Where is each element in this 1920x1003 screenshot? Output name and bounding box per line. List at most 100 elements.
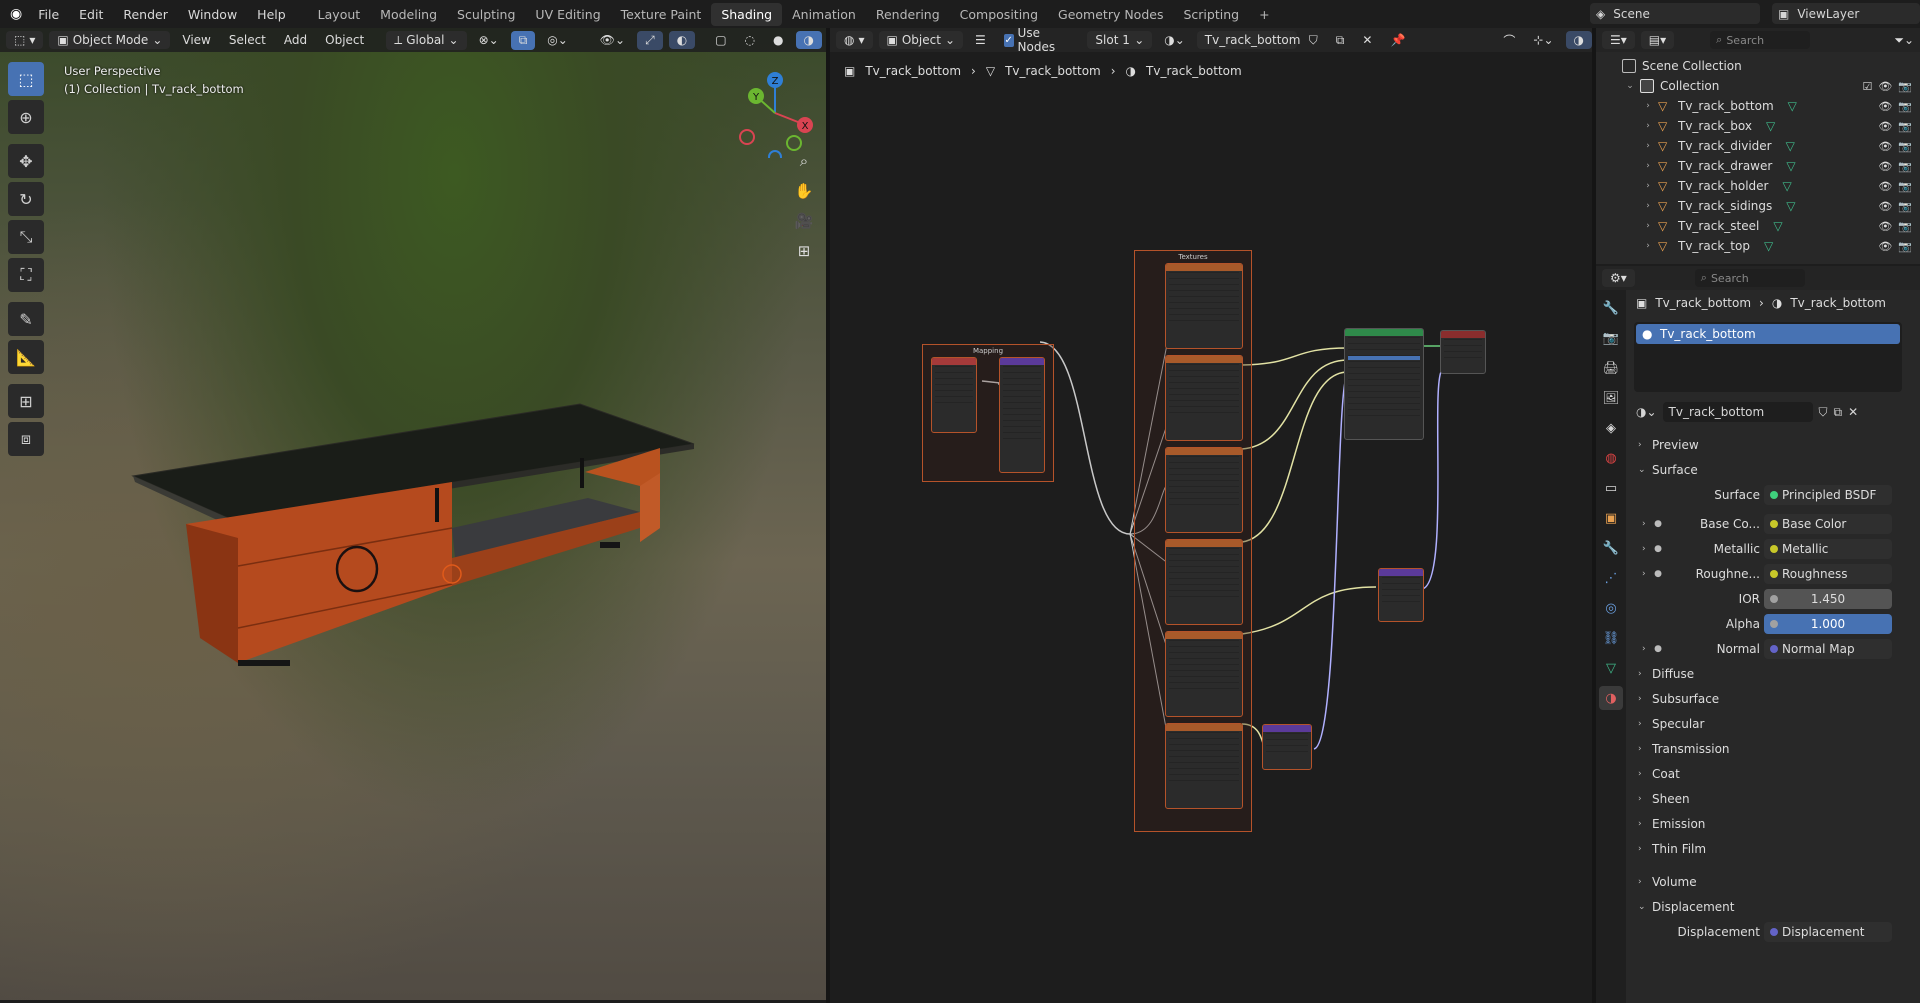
- gizmo-toggle-icon[interactable]: ⤢: [637, 30, 663, 50]
- image-texture-node-6[interactable]: [1165, 723, 1243, 809]
- view-layer-tab-icon[interactable]: 🖼: [1599, 386, 1623, 410]
- eye-icon[interactable]: 👁: [1878, 80, 1892, 93]
- render-tab-icon[interactable]: 📷: [1599, 326, 1623, 350]
- node-overlay-icon[interactable]: ◑: [1565, 31, 1592, 49]
- outliner-item-tv-rack-holder[interactable]: › ▽ Tv_rack_holder ▽ 👁 📷: [1596, 176, 1920, 196]
- camera-icon[interactable]: 📷: [1898, 160, 1912, 173]
- expand-chevron-icon[interactable]: › ●: [1642, 544, 1662, 554]
- zoom-icon[interactable]: ⌕: [790, 148, 818, 174]
- expand-chevron-icon[interactable]: ⌄: [1624, 81, 1636, 91]
- tv-rack-model[interactable]: [0, 28, 826, 1000]
- object-tab-icon[interactable]: ▣: [1599, 506, 1623, 530]
- collection-row[interactable]: ⌄ Collection ☑ 👁 📷: [1596, 76, 1920, 96]
- menu-object[interactable]: Object: [319, 31, 370, 49]
- xray-icon[interactable]: ▢: [709, 31, 732, 49]
- image-texture-node-2[interactable]: [1165, 355, 1243, 441]
- 3d-viewport[interactable]: ⬚ ▾ ▣ Object Mode ⌄ View Select Add Objec…: [0, 28, 826, 1000]
- overlay-toggle-icon[interactable]: ◐: [668, 31, 696, 49]
- coat-section[interactable]: › Coat: [1630, 761, 1920, 786]
- camera-icon[interactable]: 📷: [1898, 120, 1912, 133]
- expand-chevron-icon[interactable]: › ●: [1642, 644, 1662, 654]
- eye-icon[interactable]: 👁: [1878, 140, 1892, 153]
- displacement-section[interactable]: ⌄ Displacement: [1630, 894, 1920, 919]
- scene-selector[interactable]: ◈ Scene: [1590, 3, 1760, 24]
- camera-icon[interactable]: 📷: [1898, 100, 1912, 113]
- surface-section[interactable]: ⌄ Surface: [1630, 457, 1920, 482]
- image-texture-node-3[interactable]: [1165, 447, 1243, 533]
- properties-search-input[interactable]: ⌕ Search: [1694, 269, 1805, 287]
- menu-help[interactable]: Help: [247, 7, 296, 22]
- scene-tab-icon[interactable]: ◈: [1599, 416, 1623, 440]
- material-browse-icon[interactable]: ◑⌄: [1158, 31, 1191, 49]
- transform-orientation-selector[interactable]: ⟂ Global ⌄: [386, 30, 467, 50]
- menu-view[interactable]: View: [176, 31, 216, 49]
- mapping-frame[interactable]: Mapping: [922, 344, 1054, 482]
- eye-icon[interactable]: 👁: [1878, 220, 1892, 233]
- measure-tool-icon[interactable]: 📐: [8, 340, 44, 374]
- menu-render[interactable]: Render: [113, 7, 178, 22]
- pivot-icon[interactable]: ⊗⌄: [473, 31, 505, 49]
- collection-tab-icon[interactable]: ▭: [1599, 476, 1623, 500]
- expand-chevron-icon[interactable]: ›: [1642, 221, 1654, 231]
- navigation-gizmo[interactable]: Z X Y: [730, 68, 820, 158]
- tab-compositing[interactable]: Compositing: [950, 3, 1048, 26]
- tool-tab-icon[interactable]: 🔧: [1599, 296, 1623, 320]
- tab-layout[interactable]: Layout: [308, 3, 371, 26]
- menu-add[interactable]: Add: [278, 31, 313, 49]
- tab-sculpting[interactable]: Sculpting: [447, 3, 525, 26]
- camera-view-icon[interactable]: 🎥: [790, 208, 818, 234]
- proportional-edit-icon[interactable]: ◎⌄: [541, 31, 574, 49]
- outliner-item-tv-rack-steel[interactable]: › ▽ Tv_rack_steel ▽ 👁 📷: [1596, 216, 1920, 236]
- preview-section[interactable]: › Preview: [1630, 432, 1920, 457]
- tab-rendering[interactable]: Rendering: [866, 3, 950, 26]
- displacement-node[interactable]: [1378, 568, 1424, 622]
- scene-collection-row[interactable]: Scene Collection: [1596, 56, 1920, 76]
- camera-icon[interactable]: 📷: [1898, 200, 1912, 213]
- roughness-link-field[interactable]: Roughness: [1764, 563, 1892, 584]
- normal-map-node[interactable]: [1262, 724, 1312, 770]
- constraints-tab-icon[interactable]: ⛓: [1599, 626, 1623, 650]
- eye-icon[interactable]: 👁: [1878, 180, 1892, 193]
- camera-icon[interactable]: 📷: [1898, 80, 1912, 93]
- textures-frame[interactable]: Textures: [1134, 250, 1252, 832]
- alpha-value-field[interactable]: 1.000: [1764, 613, 1892, 634]
- surface-shader-field[interactable]: Principled BSDF: [1764, 484, 1892, 505]
- expand-chevron-icon[interactable]: ›: [1642, 241, 1654, 251]
- fake-user-shield-icon[interactable]: ⛉: [1303, 31, 1324, 50]
- tab-modeling[interactable]: Modeling: [370, 3, 447, 26]
- material-browse-icon[interactable]: ◑⌄: [1636, 405, 1657, 419]
- camera-icon[interactable]: 📷: [1898, 180, 1912, 193]
- image-texture-node-4[interactable]: [1165, 539, 1243, 625]
- rotate-tool-icon[interactable]: ↻: [8, 182, 44, 216]
- tab-shading[interactable]: Shading: [711, 2, 783, 26]
- material-name-field[interactable]: Tv_rack_bottom: [1662, 402, 1813, 422]
- outliner-item-tv-rack-top[interactable]: › ▽ Tv_rack_top ▽ 👁 📷: [1596, 236, 1920, 256]
- outliner-item-tv-rack-box[interactable]: › ▽ Tv_rack_box ▽ 👁 📷: [1596, 116, 1920, 136]
- world-tab-icon[interactable]: ◍: [1599, 446, 1623, 470]
- outliner-search-input[interactable]: ⌕ Search: [1710, 31, 1811, 49]
- emission-section[interactable]: › Emission: [1630, 811, 1920, 836]
- area-divider[interactable]: [826, 28, 830, 1003]
- collection-checkbox-icon[interactable]: ☑: [1862, 80, 1872, 93]
- expand-chevron-icon[interactable]: › ●: [1642, 569, 1662, 579]
- outliner-editor-type-icon[interactable]: ☰▾: [1602, 31, 1635, 49]
- ortho-grid-icon[interactable]: ⊞: [790, 238, 818, 264]
- principled-bsdf-node[interactable]: [1344, 328, 1424, 440]
- sheen-section[interactable]: › Sheen: [1630, 786, 1920, 811]
- data-tab-icon[interactable]: ▽: [1599, 656, 1623, 680]
- camera-icon[interactable]: 📷: [1898, 240, 1912, 253]
- area-divider[interactable]: [1592, 28, 1596, 1003]
- volume-section[interactable]: › Volume: [1630, 869, 1920, 894]
- ior-value-field[interactable]: 1.450: [1764, 588, 1892, 609]
- view-layer-selector[interactable]: ▣ ViewLayer: [1772, 3, 1920, 24]
- node-editor-type-button[interactable]: ◍ ▾: [836, 31, 873, 49]
- outliner-item-tv-rack-divider[interactable]: › ▽ Tv_rack_divider ▽ 👁 📷: [1596, 136, 1920, 156]
- expand-chevron-icon[interactable]: › ●: [1642, 519, 1662, 529]
- expand-chevron-icon[interactable]: ›: [1642, 141, 1654, 151]
- material-slot-list[interactable]: ● Tv_rack_bottom: [1634, 322, 1902, 392]
- material-output-node[interactable]: [1440, 330, 1486, 374]
- menu-select[interactable]: Select: [223, 31, 272, 49]
- transmission-section[interactable]: › Transmission: [1630, 736, 1920, 761]
- snap-options-icon[interactable]: ⊹⌄: [1527, 31, 1559, 49]
- eye-icon[interactable]: 👁: [1878, 160, 1892, 173]
